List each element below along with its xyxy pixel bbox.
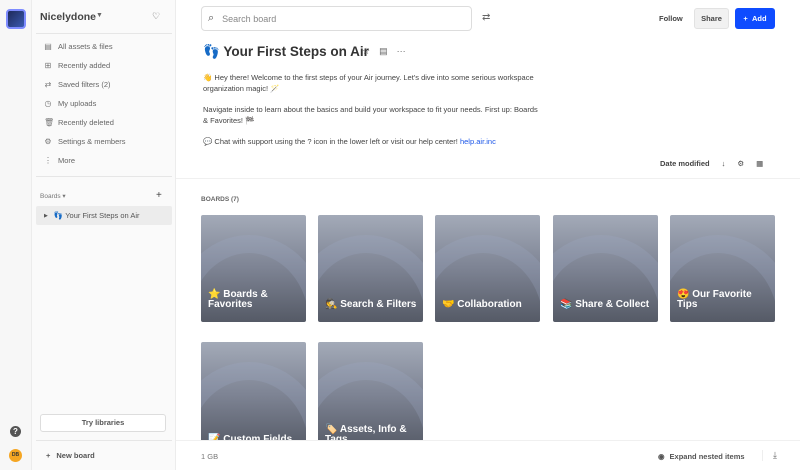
- filters-icon[interactable]: ⇄: [482, 12, 490, 23]
- search-placeholder: Search board: [222, 13, 277, 24]
- label: More: [58, 156, 76, 165]
- plus-icon: +: [743, 14, 748, 23]
- board-details-icon[interactable]: ▤: [379, 46, 388, 57]
- new-board-button[interactable]: + New board: [46, 451, 95, 460]
- title-text[interactable]: Your First Steps on Air: [223, 44, 369, 59]
- sidebar-item-recently-deleted[interactable]: 🗑 Recently deleted: [44, 118, 114, 127]
- description-3: 💬 Chat with support using the ? icon in …: [203, 136, 603, 147]
- arrow-down-icon[interactable]: ↓: [722, 159, 726, 168]
- card-title: 🤝 Collaboration: [442, 299, 522, 310]
- plus-square-icon: ⊞: [44, 61, 52, 70]
- eye-icon: ◉: [658, 452, 665, 461]
- label: Add: [751, 14, 767, 23]
- workspace-name[interactable]: Nicelydone: [40, 11, 96, 23]
- add-board-button[interactable]: +: [156, 190, 162, 201]
- grid-view-icon[interactable]: ▦: [756, 159, 763, 168]
- try-libraries-button[interactable]: Try libraries: [40, 414, 166, 432]
- sidebar-item-all-assets[interactable]: ▤ All assets & files: [44, 42, 113, 51]
- sidebar-item-settings[interactable]: ⚙ Settings & members: [44, 137, 126, 146]
- card-title: 😍 Our Favorite Tips: [677, 289, 752, 310]
- card-title: 🕵️ Search & Filters: [325, 299, 417, 310]
- board-card[interactable]: 📚 Share & Collect: [553, 215, 658, 322]
- description-2: Navigate inside to learn about the basic…: [203, 105, 538, 125]
- divider: [36, 33, 172, 34]
- notifications-icon[interactable]: ♡: [152, 11, 160, 22]
- avatar[interactable]: DB: [9, 449, 22, 462]
- help-icon[interactable]: ?: [10, 426, 21, 437]
- divider: [36, 440, 172, 441]
- gear-icon[interactable]: ⚙: [737, 159, 744, 168]
- label: All assets & files: [58, 42, 113, 51]
- share-button[interactable]: Share: [694, 8, 729, 29]
- page-title: 👣 Your First Steps on Air: [203, 44, 369, 60]
- label: Recently deleted: [58, 118, 114, 127]
- label: Expand nested items: [669, 452, 745, 461]
- storage-size: 1 GB: [201, 452, 219, 461]
- sort-controls: Date modified ↓ ⚙ ▦: [660, 159, 763, 168]
- plus-icon: +: [46, 451, 51, 460]
- help-link[interactable]: help.air.inc: [460, 137, 496, 146]
- board-card[interactable]: ⭐ Boards & Favorites: [201, 215, 306, 322]
- card-title: 📚 Share & Collect: [560, 299, 650, 310]
- gear-icon: ⚙: [44, 137, 52, 146]
- workspace-logo[interactable]: [6, 9, 26, 29]
- search-input[interactable]: ⌕ Search board: [201, 6, 472, 31]
- sidebar-item-recently-added[interactable]: ⊞ Recently added: [44, 61, 110, 70]
- filters-icon: ⇄: [44, 80, 52, 89]
- board-card[interactable]: 🤝 Collaboration: [435, 215, 540, 322]
- workspace-rail: ? DB: [0, 0, 32, 470]
- clock-icon: ◷: [44, 99, 52, 108]
- board-label: Your First Steps on Air: [65, 211, 140, 220]
- divider: [176, 178, 800, 179]
- boards-count: BOARDS (7): [201, 196, 239, 203]
- divider: [36, 176, 172, 177]
- more-icon: ⋮: [44, 156, 52, 165]
- star-icon[interactable]: ☆: [362, 46, 370, 57]
- board-card[interactable]: 🕵️ Search & Filters: [318, 215, 423, 322]
- chevron-down-icon[interactable]: ▼: [96, 12, 103, 19]
- follow-button[interactable]: Follow: [659, 14, 683, 23]
- board-card[interactable]: 🏷️ Assets, Info & Tags: [318, 342, 423, 449]
- sort-dropdown[interactable]: Date modified: [660, 159, 710, 168]
- download-icon[interactable]: ⤓: [762, 450, 777, 461]
- footer-bar: 1 GB ◉ Expand nested items ⤓: [176, 440, 800, 470]
- board-emoji: 👣: [53, 211, 64, 220]
- add-button[interactable]: + Add: [735, 8, 775, 29]
- label: Settings & members: [58, 137, 126, 146]
- trash-icon: 🗑: [44, 118, 55, 127]
- sidebar: Nicelydone ▼ ♡ ▤ All assets & files ⊞ Rece…: [32, 0, 176, 470]
- files-icon: ▤: [44, 42, 52, 51]
- board-card[interactable]: 📝 Custom Fields: [201, 342, 306, 449]
- label: Recently added: [58, 61, 111, 70]
- card-title: ⭐ Boards & Favorites: [208, 289, 268, 310]
- board-card[interactable]: 😍 Our Favorite Tips: [670, 215, 775, 322]
- expand-nested-toggle[interactable]: ◉ Expand nested items: [658, 452, 745, 461]
- sidebar-item-more[interactable]: ⋮ More: [44, 156, 75, 165]
- more-icon[interactable]: ···: [397, 46, 406, 57]
- description-1: 👋 Hey there! Welcome to the first steps …: [203, 73, 534, 93]
- label: My uploads: [58, 99, 97, 108]
- search-icon: ⌕: [208, 12, 215, 24]
- boards-label: Boards: [40, 193, 61, 200]
- board-emoji: 👣: [203, 44, 220, 59]
- label: New board: [56, 451, 95, 460]
- sidebar-item-saved-filters[interactable]: ⇄ Saved filters (2): [44, 80, 111, 89]
- sidebar-board-item[interactable]: ▶ 👣 Your First Steps on Air: [36, 206, 172, 225]
- support-text: 💬 Chat with support using the ? icon in …: [203, 137, 460, 146]
- caret-right-icon[interactable]: ▶: [44, 213, 48, 219]
- boards-header[interactable]: Boards ▾: [40, 192, 66, 200]
- sidebar-item-my-uploads[interactable]: ◷ My uploads: [44, 99, 97, 108]
- label: Saved filters (2): [58, 80, 111, 89]
